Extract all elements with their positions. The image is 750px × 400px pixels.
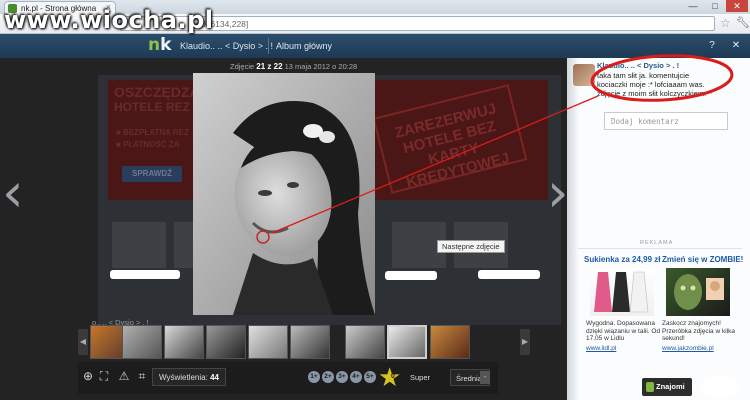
- annotation-overlay: [271, 54, 734, 234]
- highlight-ellipse: [590, 54, 734, 102]
- watermark-logo: www.wiocha.pl: [4, 6, 214, 34]
- annotation-line: [271, 95, 599, 234]
